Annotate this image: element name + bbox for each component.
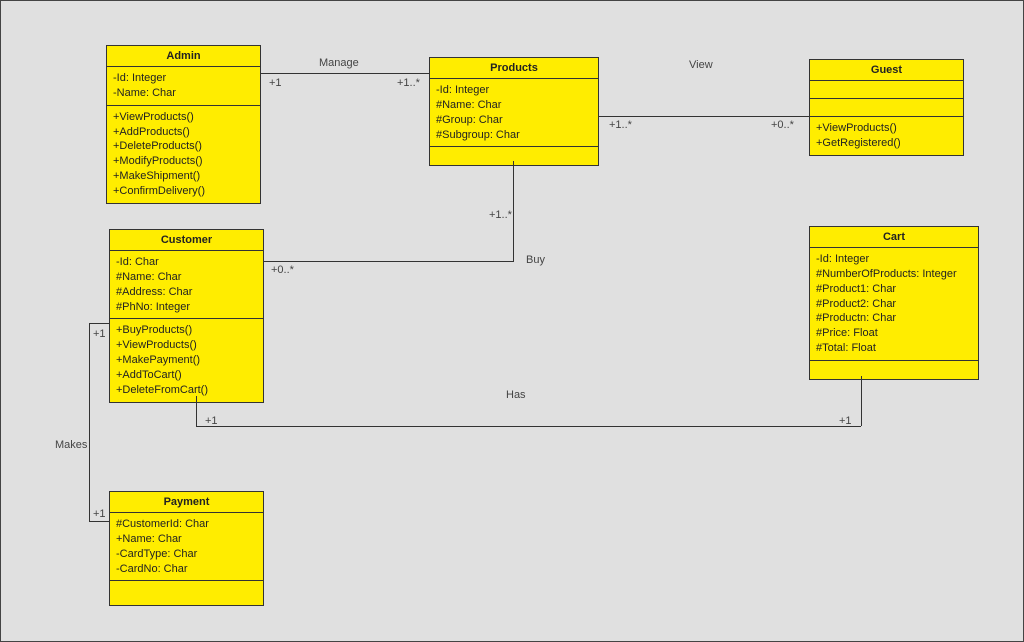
attr: #Group: Char xyxy=(436,113,592,128)
connector-has-v1 xyxy=(196,396,197,426)
class-products-attrs: -Id: Integer #Name: Char #Group: Char #S… xyxy=(430,79,598,147)
attr: #Total: Float xyxy=(816,341,972,356)
op: +AddToCart() xyxy=(116,368,257,383)
class-admin-attrs: -Id: Integer -Name: Char xyxy=(107,67,260,106)
mult-has-right: +1 xyxy=(839,415,852,427)
attr: -Id: Integer xyxy=(436,83,592,98)
attr: #NumberOfProducts: Integer xyxy=(816,267,972,282)
class-products: Products -Id: Integer #Name: Char #Group… xyxy=(429,57,599,166)
class-payment-attrs: #CustomerId: Char +Name: Char -CardType:… xyxy=(110,513,263,581)
attr: -CardNo: Char xyxy=(116,562,257,577)
attr: -Id: Integer xyxy=(113,71,254,86)
class-guest-attrs xyxy=(810,81,963,99)
label-manage: Manage xyxy=(319,57,359,69)
op: +MakePayment() xyxy=(116,353,257,368)
attr: #CustomerId: Char xyxy=(116,517,257,532)
mult-view-left: +1..* xyxy=(609,119,632,131)
label-makes: Makes xyxy=(55,439,87,451)
label-buy: Buy xyxy=(526,254,545,266)
class-guest: Guest +ViewProducts() +GetRegistered() xyxy=(809,59,964,156)
class-guest-ops: +ViewProducts() +GetRegistered() xyxy=(810,117,963,155)
mult-view-right: +0..* xyxy=(771,119,794,131)
attr: #Price: Float xyxy=(816,326,972,341)
label-view: View xyxy=(689,59,713,71)
op: +ViewProducts() xyxy=(816,121,957,136)
connector-view xyxy=(599,116,809,117)
attr: #Subgroup: Char xyxy=(436,128,592,143)
attr: #Product2: Char xyxy=(816,297,972,312)
op: +GetRegistered() xyxy=(816,136,957,151)
connector-buy-v xyxy=(513,161,514,261)
class-products-ops xyxy=(430,147,598,165)
op: +ModifyProducts() xyxy=(113,154,254,169)
attr: -Id: Char xyxy=(116,255,257,270)
class-cart-ops xyxy=(810,361,978,379)
class-guest-title: Guest xyxy=(810,60,963,81)
op: +BuyProducts() xyxy=(116,323,257,338)
op: +ViewProducts() xyxy=(116,338,257,353)
class-cart: Cart -Id: Integer #NumberOfProducts: Int… xyxy=(809,226,979,380)
class-customer-attrs: -Id: Char #Name: Char #Address: Char #Ph… xyxy=(110,251,263,319)
attr: #Address: Char xyxy=(116,285,257,300)
connector-makes-h2 xyxy=(89,521,109,522)
attr: #Productn: Char xyxy=(816,311,972,326)
class-payment: Payment #CustomerId: Char +Name: Char -C… xyxy=(109,491,264,606)
connector-makes-h1 xyxy=(89,323,109,324)
attr: -Name: Char xyxy=(113,86,254,101)
class-products-title: Products xyxy=(430,58,598,79)
attr: -Id: Integer xyxy=(816,252,972,267)
attr: #Name: Char xyxy=(436,98,592,113)
class-admin: Admin -Id: Integer -Name: Char +ViewProd… xyxy=(106,45,261,204)
label-has: Has xyxy=(506,389,526,401)
class-cart-attrs: -Id: Integer #NumberOfProducts: Integer … xyxy=(810,248,978,361)
op: +ViewProducts() xyxy=(113,110,254,125)
connector-buy-h xyxy=(264,261,514,262)
op: +DeleteProducts() xyxy=(113,139,254,154)
connector-manage xyxy=(261,73,429,74)
mult-manage-left: +1 xyxy=(269,77,282,89)
class-payment-title: Payment xyxy=(110,492,263,513)
class-cart-title: Cart xyxy=(810,227,978,248)
class-customer-title: Customer xyxy=(110,230,263,251)
mult-buy-left: +0..* xyxy=(271,264,294,276)
connector-has-h xyxy=(196,426,861,427)
op: +DeleteFromCart() xyxy=(116,383,257,398)
mult-makes-top: +1 xyxy=(93,328,106,340)
attr: -CardType: Char xyxy=(116,547,257,562)
op: +AddProducts() xyxy=(113,125,254,140)
class-admin-ops: +ViewProducts() +AddProducts() +DeletePr… xyxy=(107,106,260,203)
mult-makes-bot: +1 xyxy=(93,508,106,520)
attr: #Product1: Char xyxy=(816,282,972,297)
mult-buy-right: +1..* xyxy=(489,209,512,221)
connector-has-v2 xyxy=(861,376,862,426)
op: +ConfirmDelivery() xyxy=(113,184,254,199)
mult-manage-right: +1..* xyxy=(397,77,420,89)
class-customer-ops: +BuyProducts() +ViewProducts() +MakePaym… xyxy=(110,319,263,401)
connector-makes-v xyxy=(89,323,90,521)
attr: #PhNo: Integer xyxy=(116,300,257,315)
class-customer: Customer -Id: Char #Name: Char #Address:… xyxy=(109,229,264,403)
attr: #Name: Char xyxy=(116,270,257,285)
mult-has-left: +1 xyxy=(205,415,218,427)
attr: +Name: Char xyxy=(116,532,257,547)
class-admin-title: Admin xyxy=(107,46,260,67)
class-guest-attrs2 xyxy=(810,99,963,117)
class-payment-ops xyxy=(110,581,263,605)
op: +MakeShipment() xyxy=(113,169,254,184)
